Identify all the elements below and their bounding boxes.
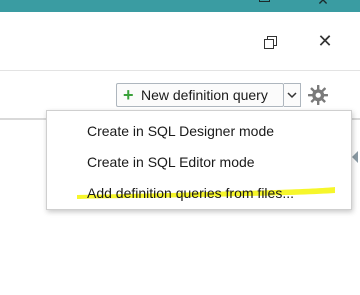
new-definition-query-label: New definition query [141,87,268,103]
chevron-down-icon [287,92,297,99]
new-query-dropdown-button[interactable] [284,83,301,107]
window-close-icon[interactable]: ✕ [316,0,330,8]
window-maximize-icon[interactable] [258,0,272,8]
plus-icon: + [123,85,134,105]
panel-header: ✕ [0,12,360,71]
settings-button[interactable] [307,84,329,106]
menu-item-add-from-files[interactable]: Add definition queries from files... [87,183,294,203]
new-query-dropdown-menu: Create in SQL Designer mode Create in SQ… [46,110,352,210]
restore-window-icon[interactable] [264,36,278,50]
menu-item-sql-editor[interactable]: Create in SQL Editor mode [87,152,255,172]
window-title-bar: ✕ [0,0,360,12]
menu-item-sql-designer[interactable]: Create in SQL Designer mode [87,121,274,141]
new-definition-query-button[interactable]: + New definition query [116,83,284,107]
gear-icon [308,85,328,105]
close-icon[interactable]: ✕ [317,31,333,51]
